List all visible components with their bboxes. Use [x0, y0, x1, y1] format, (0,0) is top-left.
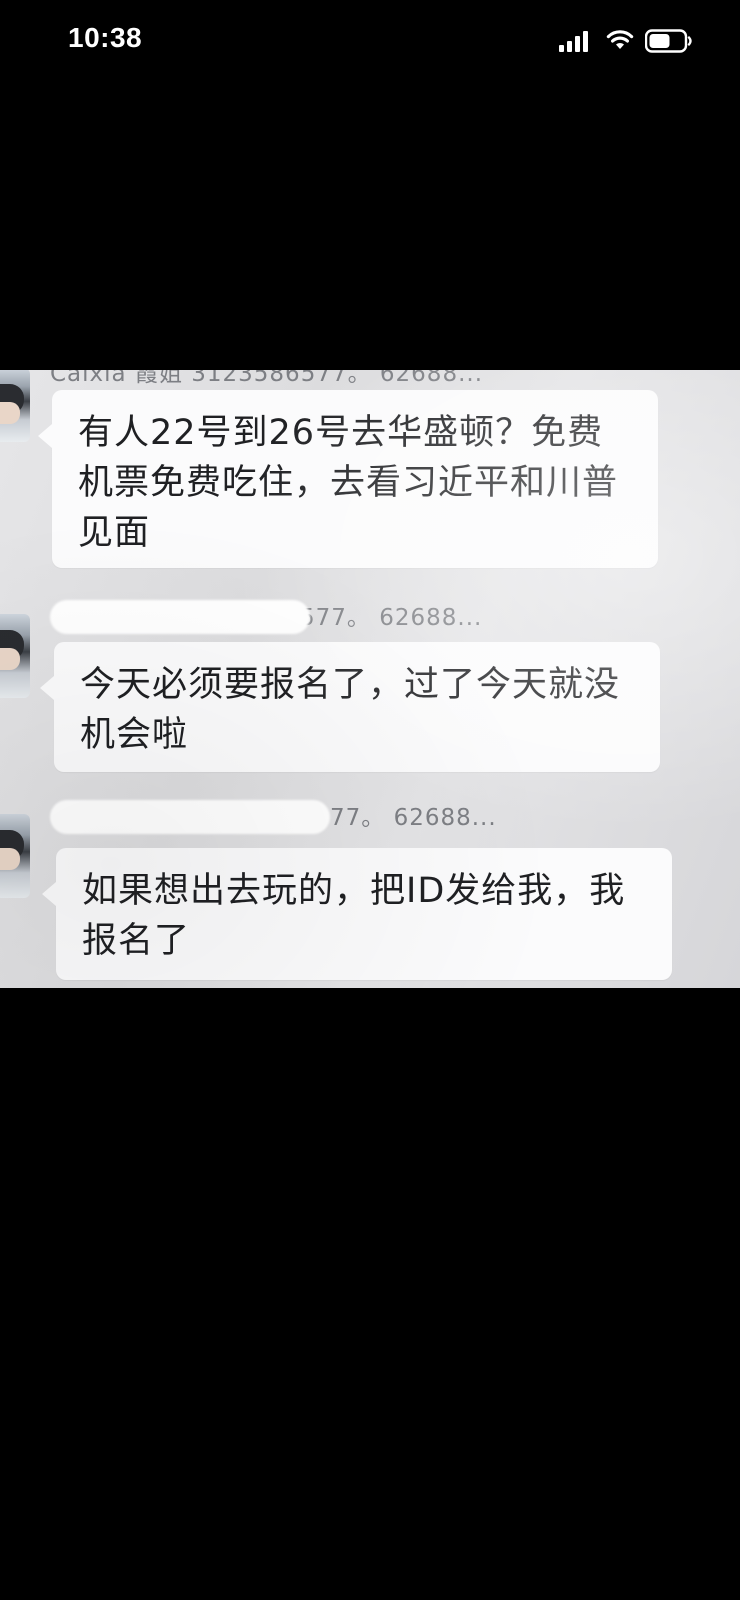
message-bubble: 今天必须要报名了，过了今天就没 机会啦 — [40, 642, 660, 772]
message-line: 机票免费吃住，去看习近平和川普 — [78, 463, 619, 503]
sender-name: Caixia 霞姐 3123586577。 62688... — [50, 370, 484, 387]
redaction-mark — [50, 600, 310, 634]
wifi-icon — [606, 30, 634, 49]
message-line: 报名了 — [82, 921, 191, 961]
sender-name: 577。 62688... — [300, 605, 483, 631]
battery-icon — [645, 29, 692, 53]
redaction-mark — [50, 800, 330, 834]
message-bubble: 有人22号到26号去华盛顿？免费 机票免费吃住，去看习近平和川普 见面 — [38, 390, 658, 568]
avatar — [0, 370, 30, 442]
message-line: 见面 — [78, 513, 151, 553]
message-line: 有人22号到26号去华盛顿？免费 — [78, 413, 604, 453]
avatar — [0, 614, 30, 698]
signal-icon — [559, 31, 588, 52]
sender-name: 77。 62688... — [330, 805, 497, 831]
status-time: 10:38 — [68, 22, 143, 53]
chat-photo: Caixia 霞姐 3123586577。 62688... 有人22号到26号… — [0, 370, 740, 988]
message-line: 今天必须要报名了，过了今天就没 — [80, 665, 621, 705]
status-bar: 10:38 — [0, 0, 740, 88]
message-line: 机会啦 — [80, 715, 189, 755]
message-line: 如果想出去玩的，把ID发给我，我 — [82, 871, 626, 911]
message-bubble: 如果想出去玩的，把ID发给我，我 报名了 — [42, 848, 672, 980]
avatar — [0, 814, 30, 898]
